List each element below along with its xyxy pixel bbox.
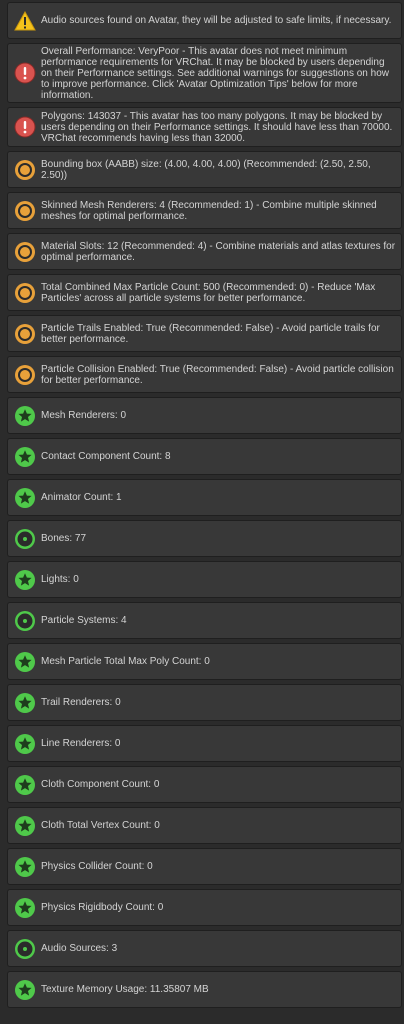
message-text: Lights: 0 xyxy=(41,574,79,585)
good-icon xyxy=(14,610,36,632)
message-row: Animator Count: 1 xyxy=(7,479,402,516)
message-text: Physics Collider Count: 0 xyxy=(41,861,153,872)
message-text: Line Renderers: 0 xyxy=(41,738,121,749)
message-text: Material Slots: 12 (Recommended: 4) - Co… xyxy=(41,240,396,263)
message-text: Contact Component Count: 8 xyxy=(41,451,171,462)
message-row: Contact Component Count: 8 xyxy=(7,438,402,475)
message-row: Texture Memory Usage: 11.35807 MB xyxy=(7,971,402,1008)
message-row: Cloth Component Count: 0 xyxy=(7,766,402,803)
message-row: Particle Collision Enabled: True (Recomm… xyxy=(7,356,402,393)
message-text: Cloth Component Count: 0 xyxy=(41,779,160,790)
message-text: Audio sources found on Avatar, they will… xyxy=(41,15,392,26)
good-icon xyxy=(14,938,36,960)
error-icon xyxy=(14,116,36,138)
poor-icon xyxy=(14,323,36,345)
message-row: Skinned Mesh Renderers: 4 (Recommended: … xyxy=(7,192,402,229)
message-text: Total Combined Max Particle Count: 500 (… xyxy=(41,281,376,304)
error-icon xyxy=(14,62,36,84)
message-row: Physics Collider Count: 0 xyxy=(7,848,402,885)
star-icon xyxy=(14,979,36,1001)
message-row: Trail Renderers: 0 xyxy=(7,684,402,721)
message-row: Audio Sources: 3 xyxy=(7,930,402,967)
poor-icon xyxy=(14,364,36,386)
message-text: Mesh Renderers: 0 xyxy=(41,410,127,421)
avatar-validation-panel: Audio sources found on Avatar, they will… xyxy=(0,0,404,1024)
message-row: Cloth Total Vertex Count: 0 xyxy=(7,807,402,844)
star-icon xyxy=(14,446,36,468)
message-row: Total Combined Max Particle Count: 500 (… xyxy=(7,274,402,311)
message-text: Physics Rigidbody Count: 0 xyxy=(41,902,164,913)
message-text: Particle Collision Enabled: True (Recomm… xyxy=(41,363,394,386)
message-row: Particle Systems: 4 xyxy=(7,602,402,639)
message-row: Bounding box (AABB) size: (4.00, 4.00, 4… xyxy=(7,151,402,188)
message-text: Mesh Particle Total Max Poly Count: 0 xyxy=(41,656,210,667)
star-icon xyxy=(14,815,36,837)
star-icon xyxy=(14,856,36,878)
warning-icon xyxy=(14,10,36,32)
message-text: Skinned Mesh Renderers: 4 (Recommended: … xyxy=(41,199,377,222)
message-row: Physics Rigidbody Count: 0 xyxy=(7,889,402,926)
message-row: Overall Performance: VeryPoor - This ava… xyxy=(7,43,402,103)
star-icon xyxy=(14,897,36,919)
message-text: Bounding box (AABB) size: (4.00, 4.00, 4… xyxy=(41,158,371,181)
star-icon xyxy=(14,692,36,714)
message-text: Polygons: 143037 - This avatar has too m… xyxy=(41,110,393,144)
message-row: Polygons: 143037 - This avatar has too m… xyxy=(7,107,402,147)
message-row: Line Renderers: 0 xyxy=(7,725,402,762)
star-icon xyxy=(14,651,36,673)
message-row: Mesh Particle Total Max Poly Count: 0 xyxy=(7,643,402,680)
message-row: Lights: 0 xyxy=(7,561,402,598)
message-row: Particle Trails Enabled: True (Recommend… xyxy=(7,315,402,352)
good-icon xyxy=(14,528,36,550)
message-text: Audio Sources: 3 xyxy=(41,943,118,954)
message-text: Animator Count: 1 xyxy=(41,492,122,503)
star-icon xyxy=(14,487,36,509)
message-text: Particle Systems: 4 xyxy=(41,615,127,626)
star-icon xyxy=(14,405,36,427)
message-row: Material Slots: 12 (Recommended: 4) - Co… xyxy=(7,233,402,270)
message-row: Mesh Renderers: 0 xyxy=(7,397,402,434)
message-text: Bones: 77 xyxy=(41,533,87,544)
message-text: Trail Renderers: 0 xyxy=(41,697,121,708)
message-text: Overall Performance: VeryPoor - This ava… xyxy=(41,45,389,101)
star-icon xyxy=(14,774,36,796)
message-text: Particle Trails Enabled: True (Recommend… xyxy=(41,322,380,345)
message-row: Bones: 77 xyxy=(7,520,402,557)
message-text: Texture Memory Usage: 11.35807 MB xyxy=(41,984,209,995)
poor-icon xyxy=(14,159,36,181)
message-text: Cloth Total Vertex Count: 0 xyxy=(41,820,160,831)
poor-icon xyxy=(14,241,36,263)
star-icon xyxy=(14,569,36,591)
message-row: Audio sources found on Avatar, they will… xyxy=(7,2,402,39)
star-icon xyxy=(14,733,36,755)
poor-icon xyxy=(14,282,36,304)
poor-icon xyxy=(14,200,36,222)
